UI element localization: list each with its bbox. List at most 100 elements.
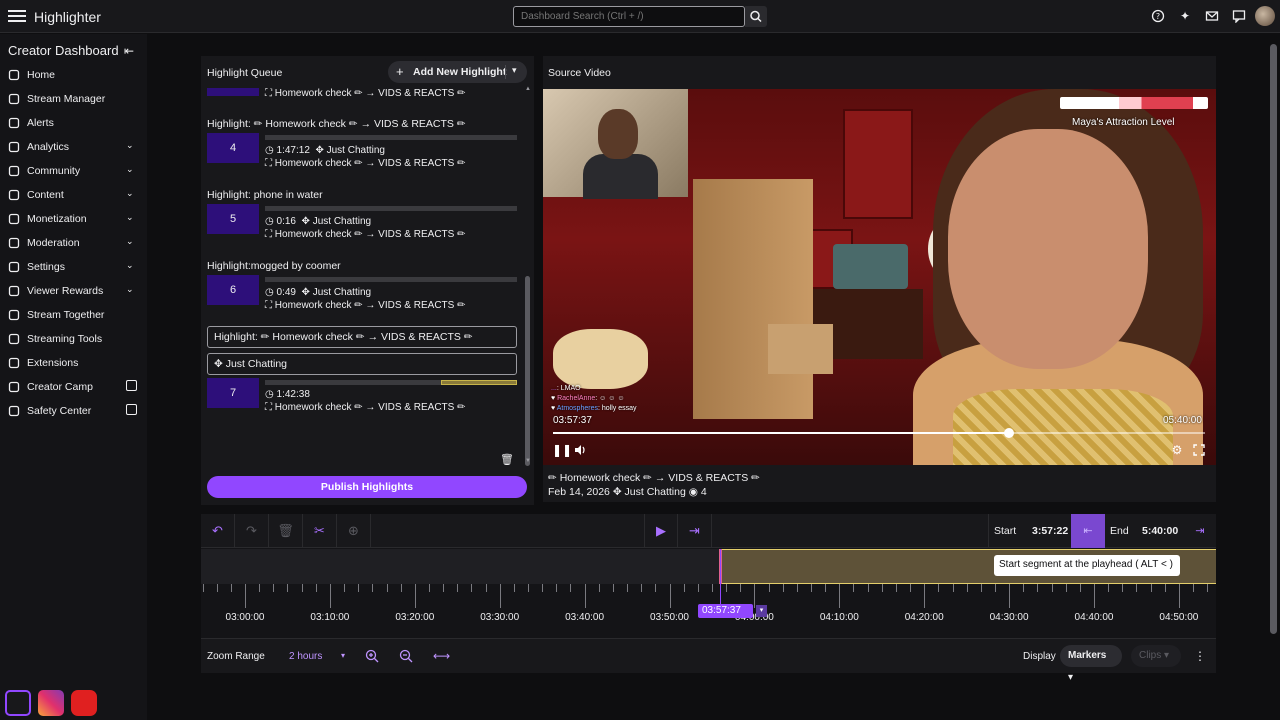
chevron-down-icon[interactable]: ⌄ [126,260,136,270]
ruler-minor-tick [344,584,346,592]
sidebar-item-alerts[interactable]: Alerts [0,112,147,134]
chevron-down-icon[interactable]: ▾ [341,651,345,660]
sidebar-item-viewer-rewards[interactable]: Viewer Rewards ⌄ [0,280,147,302]
queue-list[interactable]: ⛶ Homework check ✏ → VIDS & REACTS ✏ Hig… [201,88,521,468]
chevron-down-icon[interactable]: ⌄ [126,212,136,222]
chart-icon [8,141,20,153]
sidebar-item-home[interactable]: Home [0,64,147,86]
highlight-thumbnail[interactable]: 6 [207,275,259,305]
gear-icon [8,261,20,273]
highlight-stream: ⛶ Homework check ✏ → VIDS & REACTS ✏ [265,158,466,169]
end-value[interactable]: 5:40:00 [1142,525,1178,537]
sidebar-item-safety-center[interactable]: Safety Center [0,400,147,422]
sidebar-item-label: Streaming Tools [27,333,103,345]
search-input[interactable] [513,6,745,27]
search-button[interactable] [745,6,767,27]
zoom-in-icon[interactable] [365,649,379,663]
sidebar-item-settings[interactable]: Settings ⌄ [0,256,147,278]
ruler-minor-tick [570,584,572,592]
external-link-icon[interactable] [126,380,137,391]
video-progress-bar[interactable] [553,428,1205,438]
markers-toggle[interactable]: Markers ▾ [1060,645,1122,683]
chevron-down-icon[interactable]: ⌄ [126,140,136,150]
highlight-thumbnail[interactable]: 7 [207,378,259,408]
collapse-sidebar-icon[interactable]: ⇤ [124,44,136,58]
fullscreen-icon[interactable] [1192,443,1206,457]
skip-to-end-icon[interactable]: ⇥ [678,514,712,548]
highlight-title-input[interactable]: Highlight: ✏ Homework check ✏ → VIDS & R… [207,326,517,348]
scissors-icon[interactable]: ✂ [303,514,337,548]
viewer-count: 4 [700,486,707,498]
highlight-thumbnail[interactable]: 4 [207,133,259,163]
scroll-down-icon[interactable]: ▼ [525,458,531,464]
sparkle-icon[interactable]: ✦ [1178,9,1192,23]
chevron-down-icon[interactable]: ⌄ [126,164,136,174]
fit-to-view-icon[interactable]: ⟷ [433,649,450,663]
chevron-down-icon[interactable]: ⌄ [126,236,136,246]
help-icon[interactable]: ? [1151,9,1165,23]
sidebar-item-streaming-tools[interactable]: Streaming Tools [0,328,147,350]
video-end-time: 05:40:00 [1163,415,1202,426]
highlight-thumbnail[interactable] [207,88,259,96]
highlight-duration: ◷ 0:16 ✥ Just Chatting [265,216,372,227]
ruler-major-tick [245,584,246,608]
ruler-tick-label: 04:20:00 [904,612,944,623]
video-player[interactable]: Maya's Attraction Level ...: LMAO ♥ Rach… [543,89,1216,465]
queue-scroll-thumb[interactable] [525,276,530,466]
set-end-button[interactable]: ⇥ [1183,514,1217,548]
sidebar-item-community[interactable]: Community ⌄ [0,160,147,182]
ruler-minor-tick [443,584,445,592]
highlight-title[interactable]: Highlight: phone in water [207,189,323,201]
sidebar-item-creator-camp[interactable]: Creator Camp [0,376,147,398]
chevron-down-icon[interactable]: ▾ [756,605,767,617]
playhead-time[interactable]: 03:57:37 [698,604,753,618]
play-icon[interactable]: ▶ [644,514,678,548]
add-circle-icon[interactable]: ⊕ [337,514,371,548]
pause-icon[interactable]: ❚❚ [552,443,572,457]
delete-icon[interactable]: 🗑 [269,514,303,548]
trash-icon[interactable]: 🗑 [500,453,514,466]
ruler-minor-tick [513,584,515,592]
chat-icon[interactable] [1232,9,1246,24]
chevron-down-icon[interactable]: ▾ [512,65,517,76]
avatar[interactable] [1255,6,1275,26]
queue-title: Highlight Queue [207,67,283,79]
webcam-overlay [543,89,688,199]
sidebar-item-content[interactable]: Content ⌄ [0,184,147,206]
sidebar-item-analytics[interactable]: Analytics ⌄ [0,136,147,158]
page-scrollbar[interactable] [1270,44,1277,634]
sidebar-item-stream-together[interactable]: Stream Together [0,304,147,326]
sidebar-item-extensions[interactable]: Extensions [0,352,147,374]
ruler-minor-tick [428,584,430,592]
ruler-minor-tick [471,584,473,592]
queue-scrollbar[interactable]: ▲ ▼ [525,86,531,466]
add-new-highlight-button[interactable]: + Add New Highlight ▾ [388,61,527,83]
volume-icon[interactable] [573,443,587,457]
clips-toggle[interactable]: Clips ▾ [1131,645,1181,667]
gear-icon[interactable]: ⚙ [1170,443,1184,457]
sidebar-item-stream-manager[interactable]: Stream Manager [0,88,147,110]
more-options-icon[interactable]: ⋮ [1194,649,1206,663]
ruler-minor-tick [655,584,657,592]
highlight-title[interactable]: Highlight:mogged by coomer [207,260,341,272]
ruler-minor-tick [726,584,728,592]
menu-icon[interactable] [8,8,26,24]
zoom-range-select[interactable]: 2 hours [289,651,322,662]
mail-icon[interactable] [1205,9,1219,23]
undo-icon[interactable]: ↶ [201,514,235,548]
highlight-category-input[interactable]: ✥ Just Chatting [207,353,517,375]
external-link-icon[interactable] [126,404,137,415]
zoom-out-icon[interactable] [399,649,413,663]
highlight-title[interactable]: Highlight: ✏ Homework check ✏ → VIDS & R… [207,118,466,130]
chevron-down-icon[interactable]: ⌄ [126,188,136,198]
highlight-thumbnail[interactable]: 5 [207,204,259,234]
set-start-button[interactable]: ⇤ [1071,514,1105,548]
sidebar-item-monetization[interactable]: Monetization ⌄ [0,208,147,230]
publish-highlights-button[interactable]: Publish Highlights [207,476,527,498]
ruler-minor-tick [1065,584,1067,592]
chevron-down-icon[interactable]: ⌄ [126,284,136,294]
start-value[interactable]: 3:57:22 [1032,525,1068,537]
scroll-up-icon[interactable]: ▲ [525,86,531,92]
redo-icon[interactable]: ↷ [235,514,269,548]
sidebar-item-moderation[interactable]: Moderation ⌄ [0,232,147,254]
